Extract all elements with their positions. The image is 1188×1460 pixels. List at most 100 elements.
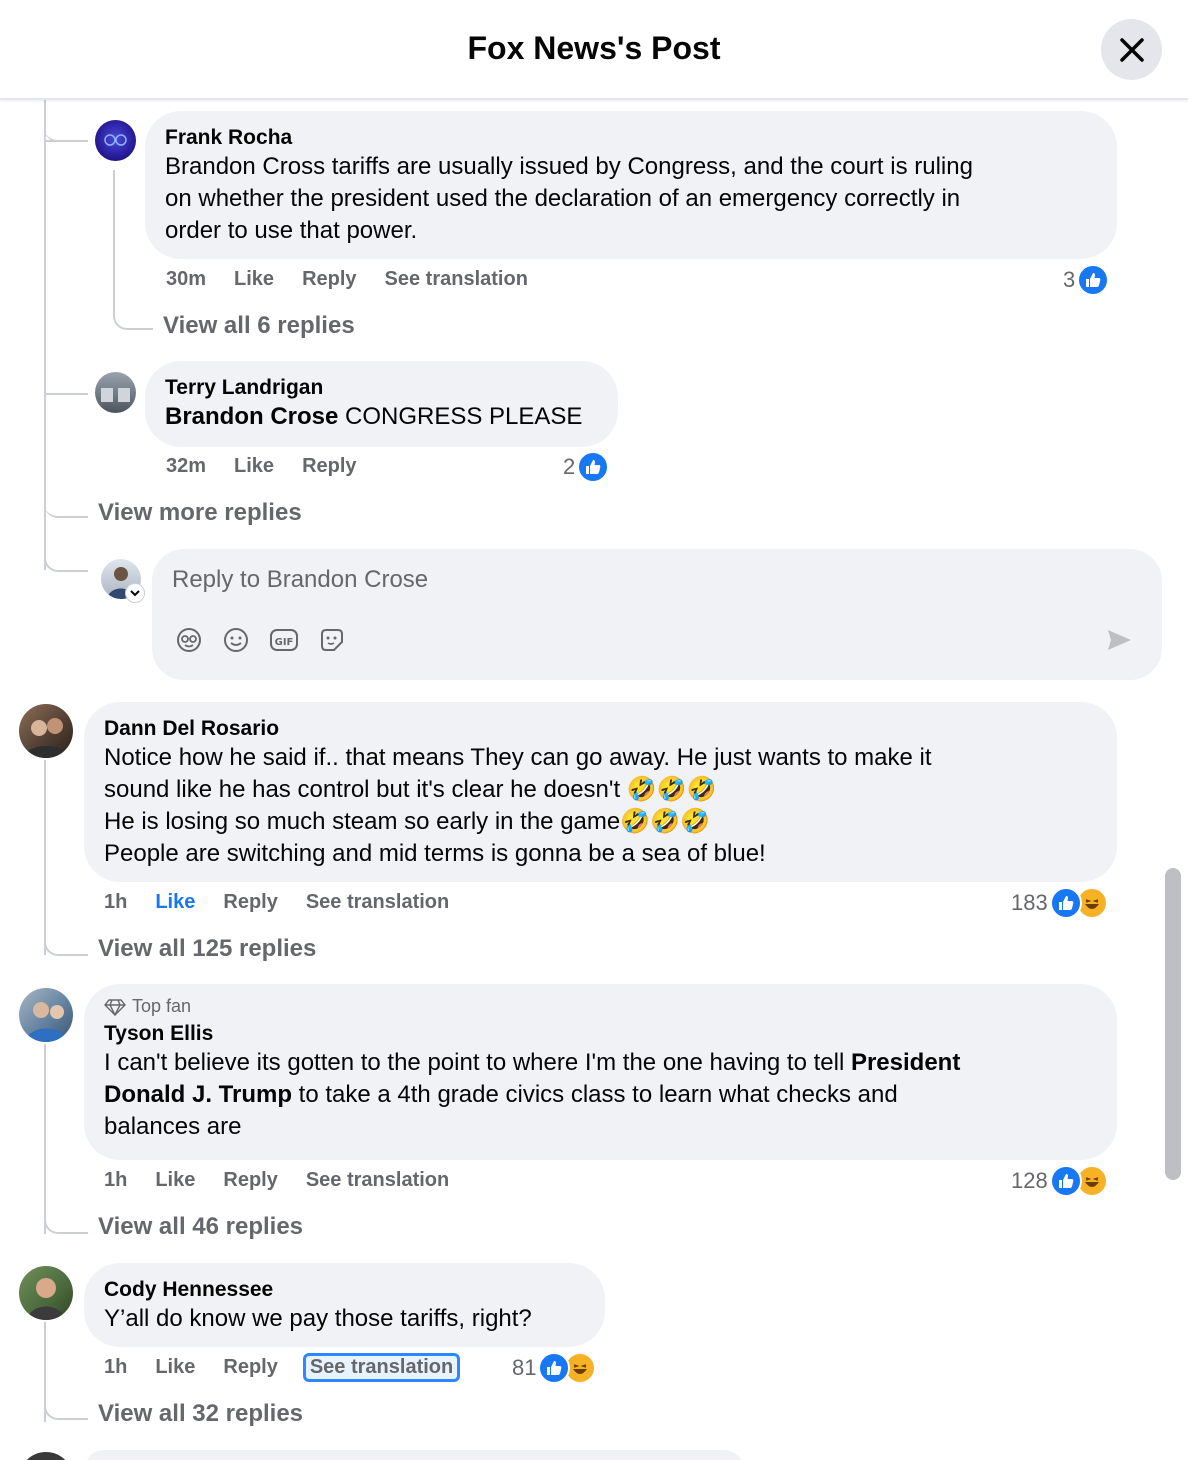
thread-connector: [44, 480, 88, 518]
like-button[interactable]: Like: [234, 268, 274, 291]
view-replies-link[interactable]: View all 32 replies: [98, 1400, 303, 1428]
reaction-summary[interactable]: 128: [1011, 1165, 1108, 1197]
comment-author[interactable]: Terry Landrigan: [165, 375, 598, 401]
see-translation-button[interactable]: See translation: [306, 1169, 449, 1192]
see-translation-button[interactable]: See translation: [385, 268, 528, 291]
see-translation-button[interactable]: See translation: [306, 891, 449, 914]
reply-button[interactable]: Reply: [223, 891, 277, 914]
comment-text-body: CONGRESS PLEASE: [338, 403, 583, 430]
comment-line: Donald J. Trump to take a 4th grade civi…: [104, 1079, 1097, 1111]
laughing-emoji-icon: 🤣🤣🤣: [626, 776, 717, 803]
thread-connector: [44, 530, 88, 572]
thread-connector: [44, 100, 88, 142]
comment-time[interactable]: 32m: [166, 455, 206, 478]
reply-button[interactable]: Reply: [302, 268, 356, 291]
send-icon: [1108, 630, 1131, 650]
send-button[interactable]: [1104, 625, 1134, 655]
sticker-button[interactable]: [317, 625, 347, 655]
gif-icon: GIF: [270, 629, 298, 651]
view-replies-link[interactable]: View all 125 replies: [98, 935, 316, 963]
avatar[interactable]: [19, 1452, 73, 1460]
avatar[interactable]: [19, 704, 73, 758]
comment-line-text: to take a 4th grade civics class to lear…: [292, 1081, 898, 1108]
like-reaction-icon: [1049, 887, 1082, 919]
like-reaction-icon: [577, 451, 610, 483]
sticker-icon: [321, 629, 343, 651]
comment-bubble: Frank Rocha Brandon Cross tariffs are us…: [145, 111, 1117, 259]
comment-line-text: I can't believe its gotten to the point …: [104, 1049, 851, 1076]
comment-line: I can't believe its gotten to the point …: [104, 1047, 1097, 1079]
avatar[interactable]: [19, 988, 73, 1042]
avatar-sticker-button[interactable]: [174, 625, 204, 655]
like-button[interactable]: Like: [155, 1169, 195, 1192]
reaction-summary[interactable]: 2: [563, 451, 610, 483]
comment-text: Brandon Crose CONGRESS PLEASE: [165, 401, 598, 433]
mention-link[interactable]: Brandon Crose: [165, 403, 338, 430]
comment-time[interactable]: 1h: [104, 891, 127, 914]
comment-line: Brandon Cross tariffs are usually issued…: [165, 153, 973, 180]
reply-input[interactable]: [172, 563, 1072, 597]
comment-line: sound like he has control but it's clear…: [104, 774, 1097, 806]
avatar[interactable]: [19, 1266, 73, 1320]
like-button[interactable]: Like: [155, 1356, 195, 1379]
mention-link[interactable]: Donald J. Trump: [104, 1081, 292, 1108]
comment-line: People are switching and mid terms is go…: [104, 840, 766, 867]
view-replies-link[interactable]: View all 46 replies: [98, 1213, 303, 1241]
emoji-button[interactable]: [221, 625, 251, 655]
reaction-summary[interactable]: 3: [1063, 264, 1110, 296]
like-button[interactable]: Like: [155, 891, 195, 914]
comment-actions: 30m Like Reply See translation: [166, 268, 556, 291]
reaction-count: 81: [512, 1355, 537, 1380]
comment-actions: 1h Like Reply See translation: [104, 1353, 485, 1382]
emoji-icon: [224, 628, 248, 652]
close-icon: [1119, 37, 1144, 62]
avatar[interactable]: [95, 120, 136, 161]
close-button[interactable]: [1101, 19, 1162, 80]
reaction-count: 2: [563, 454, 576, 479]
comment-author[interactable]: Tyson Ellis: [104, 1021, 1097, 1047]
comment-author[interactable]: Cody Hennessee: [104, 1277, 585, 1303]
comment-text: Notice how he said if.. that means They …: [104, 742, 1097, 870]
comment-time[interactable]: 1h: [104, 1356, 127, 1379]
reply-button[interactable]: Reply: [223, 1356, 277, 1379]
view-more-replies-link[interactable]: View more replies: [98, 499, 302, 527]
comment-actions: 1h Like Reply See translation: [104, 1169, 477, 1192]
profile-switcher-button[interactable]: [125, 583, 145, 603]
thread-connector: [44, 1384, 88, 1420]
comment-author[interactable]: Frank Rocha: [165, 125, 1097, 151]
gif-button[interactable]: GIF: [269, 625, 299, 655]
like-reaction-icon: [1049, 1165, 1082, 1197]
dialog-header: Fox News's Post: [0, 0, 1188, 100]
comment-actions: 32m Like Reply: [166, 455, 385, 478]
view-replies-link[interactable]: View all 6 replies: [163, 312, 355, 340]
avatar-image: [23, 718, 69, 758]
like-reaction-icon: [1077, 264, 1110, 296]
reaction-count: 128: [1011, 1168, 1048, 1193]
like-button[interactable]: Like: [234, 455, 274, 478]
comment-time[interactable]: 30m: [166, 268, 206, 291]
comment-time[interactable]: 1h: [104, 1169, 127, 1192]
reply-button[interactable]: Reply: [302, 455, 356, 478]
comment-line-text: He is losing so much steam so early in t…: [104, 808, 621, 835]
reaction-summary[interactable]: 81: [512, 1352, 597, 1384]
comment-text: Y’all do know we pay those tariffs, righ…: [104, 1305, 532, 1332]
thread-connector: [44, 920, 88, 956]
see-translation-button[interactable]: See translation: [302, 1353, 461, 1382]
comment-bubble: Top fan Tyson Ellis I can't believe its …: [84, 984, 1117, 1160]
laughing-emoji-icon: 🤣🤣🤣: [620, 808, 710, 835]
avatar-image: [25, 1002, 69, 1042]
top-fan-badge: Top fan: [104, 996, 1097, 1017]
svg-text:GIF: GIF: [275, 637, 294, 648]
mention-link[interactable]: President: [851, 1049, 960, 1076]
comment-text: I can't believe its gotten to the point …: [104, 1047, 1097, 1143]
reply-button[interactable]: Reply: [223, 1169, 277, 1192]
badge-label: Top fan: [132, 996, 192, 1016]
avatar-image: [104, 134, 127, 146]
scrollbar-thumb[interactable]: [1165, 868, 1181, 1180]
reaction-summary[interactable]: 183: [1011, 887, 1108, 919]
thread-connector: [46, 140, 88, 142]
comment-line: balances are: [104, 1113, 242, 1140]
avatar[interactable]: [95, 372, 136, 413]
comment-author[interactable]: Dann Del Rosario: [104, 716, 1097, 742]
comment-line: on whether the president used the declar…: [165, 185, 961, 212]
